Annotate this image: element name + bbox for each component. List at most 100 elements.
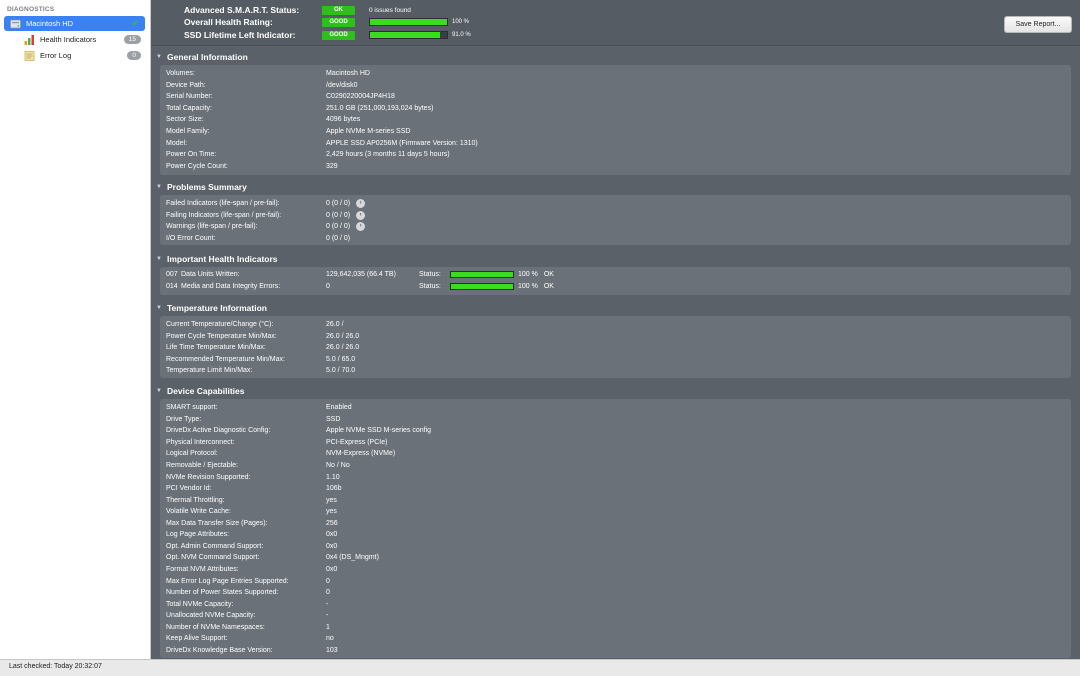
sidebar-heading: DIAGNOSTICS bbox=[7, 6, 55, 13]
temperature-section-header[interactable]: ▼ Temperature Information bbox=[151, 301, 267, 315]
general-info-value: /dev/disk0 bbox=[326, 81, 358, 89]
ssd-lifetime-progress-bar bbox=[369, 31, 448, 39]
general-info-label: Power Cycle Count: bbox=[166, 162, 228, 170]
health-rating-label: Overall Health Rating: bbox=[184, 17, 273, 27]
arrow-right-icon[interactable]: › bbox=[356, 199, 366, 209]
capability-label: PCI Vendor Id: bbox=[166, 485, 212, 493]
capability-label: Total NVMe Capacity: bbox=[166, 600, 234, 608]
capability-label: SMART support: bbox=[166, 404, 218, 412]
capability-value: 106b bbox=[326, 485, 342, 493]
health-rating-progress-bar bbox=[369, 18, 448, 26]
disk-icon bbox=[10, 19, 21, 28]
health-indicator-row[interactable]: 014 Media and Data Integrity Errors: 0 Stat… bbox=[166, 281, 554, 293]
capability-label: Volatile Write Cache: bbox=[166, 508, 231, 516]
health-indicator-row[interactable]: 007 Data Units Written: 129,642,035 (66.4 … bbox=[166, 269, 554, 281]
temperature-label: Power Cycle Temperature Min/Max: bbox=[166, 332, 277, 340]
general-info-row: Model: APPLE SSD AP0256M (Firmware Versio… bbox=[166, 137, 478, 149]
capability-row: Number of NVMe Namespaces: 1 bbox=[166, 621, 330, 633]
health-rating-value: 100 % bbox=[452, 19, 470, 25]
capability-row: PCI Vendor Id: 106b bbox=[166, 483, 342, 495]
indicator-status-label: Status: bbox=[419, 282, 441, 290]
indicator-name: Media and Data Integrity Errors: bbox=[181, 282, 281, 290]
capability-value: 1 bbox=[326, 623, 330, 631]
capability-row: Thermal Throttling: yes bbox=[166, 494, 337, 506]
capability-label: Drive Type: bbox=[166, 415, 202, 423]
general-info-row: Sector Size: 4096 bytes bbox=[166, 114, 360, 126]
general-info-value: APPLE SSD AP0256M (Firmware Version: 131… bbox=[326, 139, 478, 147]
general-info-label: Sector Size: bbox=[166, 116, 204, 124]
problem-row: I/O Error Count: 0 (0 / 0) bbox=[166, 233, 350, 245]
temperature-value: 5.0 / 70.0 bbox=[326, 367, 356, 375]
save-report-button[interactable]: Save Report... bbox=[1004, 16, 1072, 33]
capability-row: Opt. Admin Command Support: 0x0 bbox=[166, 541, 337, 553]
log-icon bbox=[24, 50, 35, 61]
disclosure-triangle-icon: ▼ bbox=[156, 305, 162, 311]
arrow-right-icon[interactable]: › bbox=[356, 222, 366, 232]
smart-status-row: Advanced S.M.A.R.T. Status: OK 0 issues … bbox=[184, 4, 411, 16]
capability-label: Max Error Log Page Entries Supported: bbox=[166, 577, 289, 585]
sidebar-item-health-indicators[interactable]: Health Indicators 15 bbox=[18, 32, 145, 47]
general-info-value: 251.0 GB (251,000,193,024 bytes) bbox=[326, 104, 434, 112]
capability-row: Physical Interconnect: PCI-Express (PCIe) bbox=[166, 437, 387, 449]
indicator-name: Data Units Written: bbox=[181, 271, 240, 279]
problem-value: 0 (0 / 0) bbox=[326, 223, 351, 231]
capability-value: 103 bbox=[326, 646, 338, 654]
status-bar: Last checked: Today 20:32:07 bbox=[0, 659, 1080, 676]
capability-row: Unallocated NVMe Capacity: - bbox=[166, 610, 328, 622]
general-info-row: Volumes: Macintosh HD bbox=[166, 68, 370, 80]
capability-row: Max Data Transfer Size (Pages): 256 bbox=[166, 518, 338, 530]
disclosure-triangle-icon: ▼ bbox=[156, 388, 162, 394]
sidebar: DIAGNOSTICS Macintosh HD ✔ Health Indica… bbox=[0, 0, 151, 659]
temperature-row: Current Temperature/Change (°C): 26.0 / bbox=[166, 319, 344, 331]
section-title: Important Health Indicators bbox=[167, 254, 278, 264]
capability-value: - bbox=[326, 612, 329, 620]
arrow-right-icon[interactable]: › bbox=[356, 210, 366, 220]
temperature-value: 26.0 / 26.0 bbox=[326, 344, 360, 352]
capability-row: Max Error Log Page Entries Supported: 0 bbox=[166, 575, 330, 587]
capability-value: yes bbox=[326, 496, 337, 504]
capability-label: Removable / Ejectable: bbox=[166, 462, 238, 469]
disclosure-triangle-icon: ▼ bbox=[156, 184, 162, 190]
indicator-value: 0 bbox=[326, 282, 330, 290]
indicator-status-label: Status: bbox=[419, 271, 441, 279]
capability-row: Removable / Ejectable: No / No bbox=[166, 460, 350, 472]
capability-label: Opt. NVM Command Support: bbox=[166, 554, 260, 562]
indicator-result: OK bbox=[543, 282, 554, 290]
general-info-row: Total Capacity: 251.0 GB (251,000,193,024… bbox=[166, 103, 433, 115]
capability-value: 0x0 bbox=[326, 531, 338, 539]
capability-value: 0 bbox=[326, 577, 330, 585]
ssd-lifetime-label: SSD Lifetime Left Indicator: bbox=[184, 30, 296, 40]
general-info-label: Model: bbox=[166, 139, 188, 147]
general-info-value: 329 bbox=[326, 162, 338, 170]
capability-label: DriveDx Knowledge Base Version: bbox=[166, 646, 273, 654]
capability-value: Enabled bbox=[326, 404, 352, 412]
capability-value: 256 bbox=[326, 519, 338, 527]
general-info-row: Model Family: Apple NVMe M-series SSD bbox=[166, 126, 410, 138]
capability-label: DriveDx Active Diagnostic Config: bbox=[166, 427, 271, 435]
status-header: Advanced S.M.A.R.T. Status: OK 0 issues … bbox=[151, 0, 1080, 46]
device-capabilities-section-header[interactable]: ▼ Device Capabilities bbox=[151, 384, 244, 398]
section-title: Temperature Information bbox=[167, 303, 267, 313]
general-info-section-header[interactable]: ▼ General Information bbox=[151, 50, 248, 64]
capability-row: Drive Type: SSD bbox=[166, 414, 340, 426]
disclosure-triangle-icon: ▼ bbox=[156, 54, 162, 60]
problems-summary-section-header[interactable]: ▼ Problems Summary bbox=[151, 180, 247, 194]
capability-label: Number of NVMe Namespaces: bbox=[166, 623, 265, 631]
general-info-row: Power Cycle Count: 329 bbox=[166, 160, 338, 172]
indicator-code: 014 bbox=[166, 282, 178, 290]
general-info-label: Power On Time: bbox=[166, 151, 217, 159]
general-info-value: Macintosh HD bbox=[326, 70, 370, 78]
capability-value: - bbox=[326, 600, 329, 608]
sidebar-item-macintosh-hd[interactable]: Macintosh HD ✔ bbox=[4, 16, 145, 31]
problem-row: Warnings (life-span / pre-fail): 0 (0 / 0… bbox=[166, 221, 366, 233]
problem-value: 0 (0 / 0) bbox=[326, 234, 351, 242]
problem-label: Warnings (life-span / pre-fail): bbox=[166, 223, 258, 231]
smart-status-label: Advanced S.M.A.R.T. Status: bbox=[184, 5, 300, 15]
general-info-label: Volumes: bbox=[166, 70, 195, 78]
sidebar-item-error-log[interactable]: Error Log 0 bbox=[18, 48, 145, 63]
temperature-label: Recommended Temperature Min/Max: bbox=[166, 355, 285, 363]
disclosure-triangle-icon: ▼ bbox=[156, 256, 162, 262]
health-indicators-section-header[interactable]: ▼ Important Health Indicators bbox=[151, 252, 278, 266]
ssd-lifetime-value: 91.0 % bbox=[452, 32, 471, 38]
general-info-value: 4096 bytes bbox=[326, 116, 361, 124]
